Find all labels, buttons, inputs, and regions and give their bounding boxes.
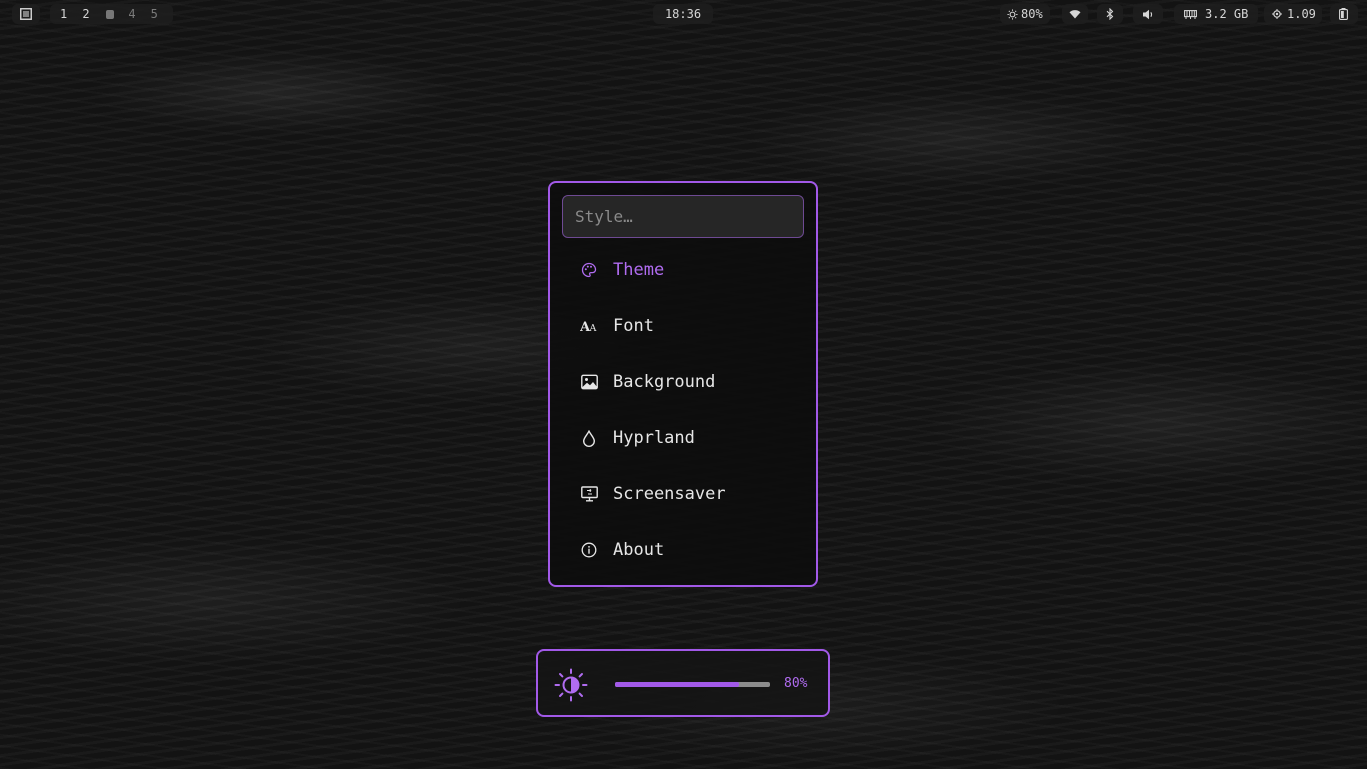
menu-item-label: Theme	[613, 260, 665, 280]
cpu-load-value: 1.09	[1287, 7, 1316, 21]
launcher-icon	[20, 8, 32, 20]
brightness-osd: 80%	[536, 649, 830, 717]
image-icon	[580, 373, 598, 391]
battery-widget[interactable]	[1330, 4, 1358, 24]
memory-value: 3.2 GB	[1205, 7, 1249, 21]
clock-time: 18:36	[664, 7, 702, 21]
volume-icon	[1143, 9, 1153, 19]
volume-widget[interactable]	[1133, 4, 1163, 24]
workspace-1[interactable]: 1	[60, 7, 82, 21]
brightness-slider[interactable]	[615, 682, 770, 687]
menu-item-theme[interactable]: Theme	[562, 248, 804, 292]
style-menu: Theme A A Font Background Hyprland	[548, 181, 818, 587]
menu-item-label: Hyprland	[613, 428, 695, 448]
menu-item-label: Font	[613, 316, 654, 336]
menu-item-background[interactable]: Background	[562, 360, 804, 404]
menu-item-screensaver[interactable]: Screensaver	[562, 472, 804, 516]
wifi-icon	[1069, 10, 1081, 19]
menu-item-label: Background	[613, 372, 716, 392]
brightness-slider-fill	[615, 682, 739, 687]
workspace-2[interactable]: 2	[82, 7, 104, 21]
style-search-input[interactable]	[562, 195, 804, 238]
wifi-widget[interactable]	[1062, 4, 1088, 24]
workspace-switcher: 1 2 4 5	[50, 4, 173, 24]
workspace-5[interactable]: 5	[151, 7, 173, 21]
menu-item-about[interactable]: About	[562, 528, 804, 572]
bluetooth-widget[interactable]	[1097, 4, 1123, 24]
drop-icon	[580, 429, 598, 447]
menu-item-label: About	[613, 540, 665, 560]
memory-widget[interactable]: 3.2 GB	[1174, 4, 1258, 24]
cpu-icon	[1272, 9, 1282, 19]
battery-icon	[1339, 8, 1348, 20]
svg-text:A: A	[589, 323, 597, 334]
font-icon: A A	[580, 317, 598, 335]
top-bar: 1 2 4 5 18:36 80% 3.2 GB 1.09	[0, 0, 1367, 28]
clock[interactable]: 18:36	[653, 4, 713, 24]
monitor-icon	[580, 485, 598, 503]
menu-item-label: Screensaver	[613, 484, 726, 504]
brightness-value: 80%	[1021, 7, 1043, 21]
palette-icon	[580, 261, 598, 279]
menu-item-font[interactable]: A A Font	[562, 304, 804, 348]
sun-icon	[1007, 8, 1018, 20]
brightness-widget[interactable]: 80%	[1000, 4, 1050, 24]
memory-icon	[1184, 9, 1197, 19]
brightness-icon	[554, 668, 588, 702]
workspace-3-active-indicator[interactable]	[105, 9, 115, 19]
bluetooth-icon	[1106, 8, 1114, 20]
menu-item-hyprland[interactable]: Hyprland	[562, 416, 804, 460]
launcher-button[interactable]	[12, 4, 40, 24]
cpu-widget[interactable]: 1.09	[1264, 4, 1322, 24]
brightness-percent: 80%	[784, 676, 808, 691]
workspace-4[interactable]: 4	[128, 7, 150, 21]
info-icon	[580, 541, 598, 559]
